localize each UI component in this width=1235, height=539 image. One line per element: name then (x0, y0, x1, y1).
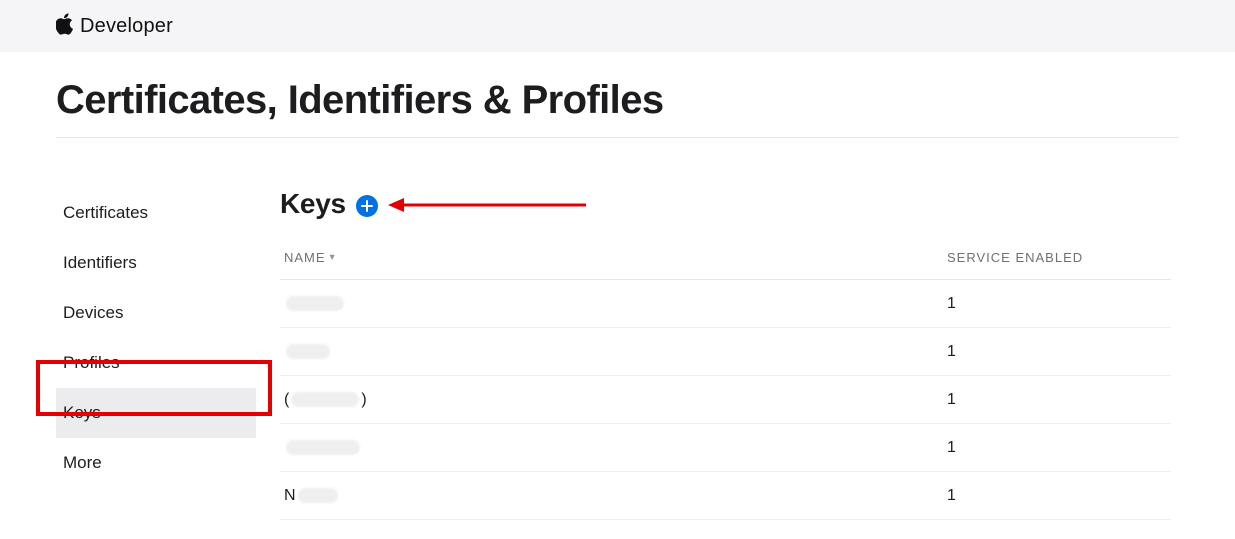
annotation-arrow-icon (388, 194, 588, 216)
row-service-value: 1 (947, 439, 1167, 457)
col-header-service: SERVICE ENABLED (947, 250, 1167, 265)
table-row[interactable]: N 1 (280, 472, 1171, 520)
sidebar-item-profiles[interactable]: Profiles (56, 338, 256, 388)
sidebar-item-certificates[interactable]: Certificates (56, 188, 256, 238)
col-header-name[interactable]: NAME ▾ (284, 250, 947, 265)
sort-caret-icon: ▾ (330, 252, 336, 263)
redacted-name (298, 488, 338, 503)
sidebar-item-keys[interactable]: Keys (56, 388, 256, 438)
table-header: NAME ▾ SERVICE ENABLED (280, 250, 1171, 280)
section-title: Keys (280, 188, 346, 220)
redacted-name (286, 344, 330, 359)
row-service-value: 1 (947, 295, 1167, 313)
sidebar-item-more[interactable]: More (56, 438, 256, 488)
sidebar: Certificates Identifiers Devices Profile… (56, 188, 256, 488)
redacted-name (291, 392, 359, 407)
row-service-value: 1 (947, 391, 1167, 409)
content-area: Keys NAME ▾ SERVICE ENABLED (280, 188, 1179, 520)
sidebar-item-devices[interactable]: Devices (56, 288, 256, 338)
row-service-value: 1 (947, 487, 1167, 505)
row-service-value: 1 (947, 343, 1167, 361)
redacted-name (286, 440, 360, 455)
sidebar-item-identifiers[interactable]: Identifiers (56, 238, 256, 288)
table-row[interactable]: 1 (280, 280, 1171, 328)
top-bar: Developer (0, 0, 1235, 52)
row-name-prefix: ( (284, 391, 289, 409)
row-name-suffix: ) (361, 391, 366, 409)
redacted-name (286, 296, 344, 311)
page-title: Certificates, Identifiers & Profiles (56, 78, 1179, 138)
col-header-name-label: NAME (284, 250, 326, 265)
brand-label[interactable]: Developer (80, 15, 173, 38)
table-row[interactable]: ( ) 1 (280, 376, 1171, 424)
apple-logo-icon[interactable] (56, 13, 74, 39)
row-name-prefix: N (284, 487, 296, 505)
add-key-button[interactable] (356, 195, 378, 217)
table-row[interactable]: 1 (280, 424, 1171, 472)
table-row[interactable]: 1 (280, 328, 1171, 376)
